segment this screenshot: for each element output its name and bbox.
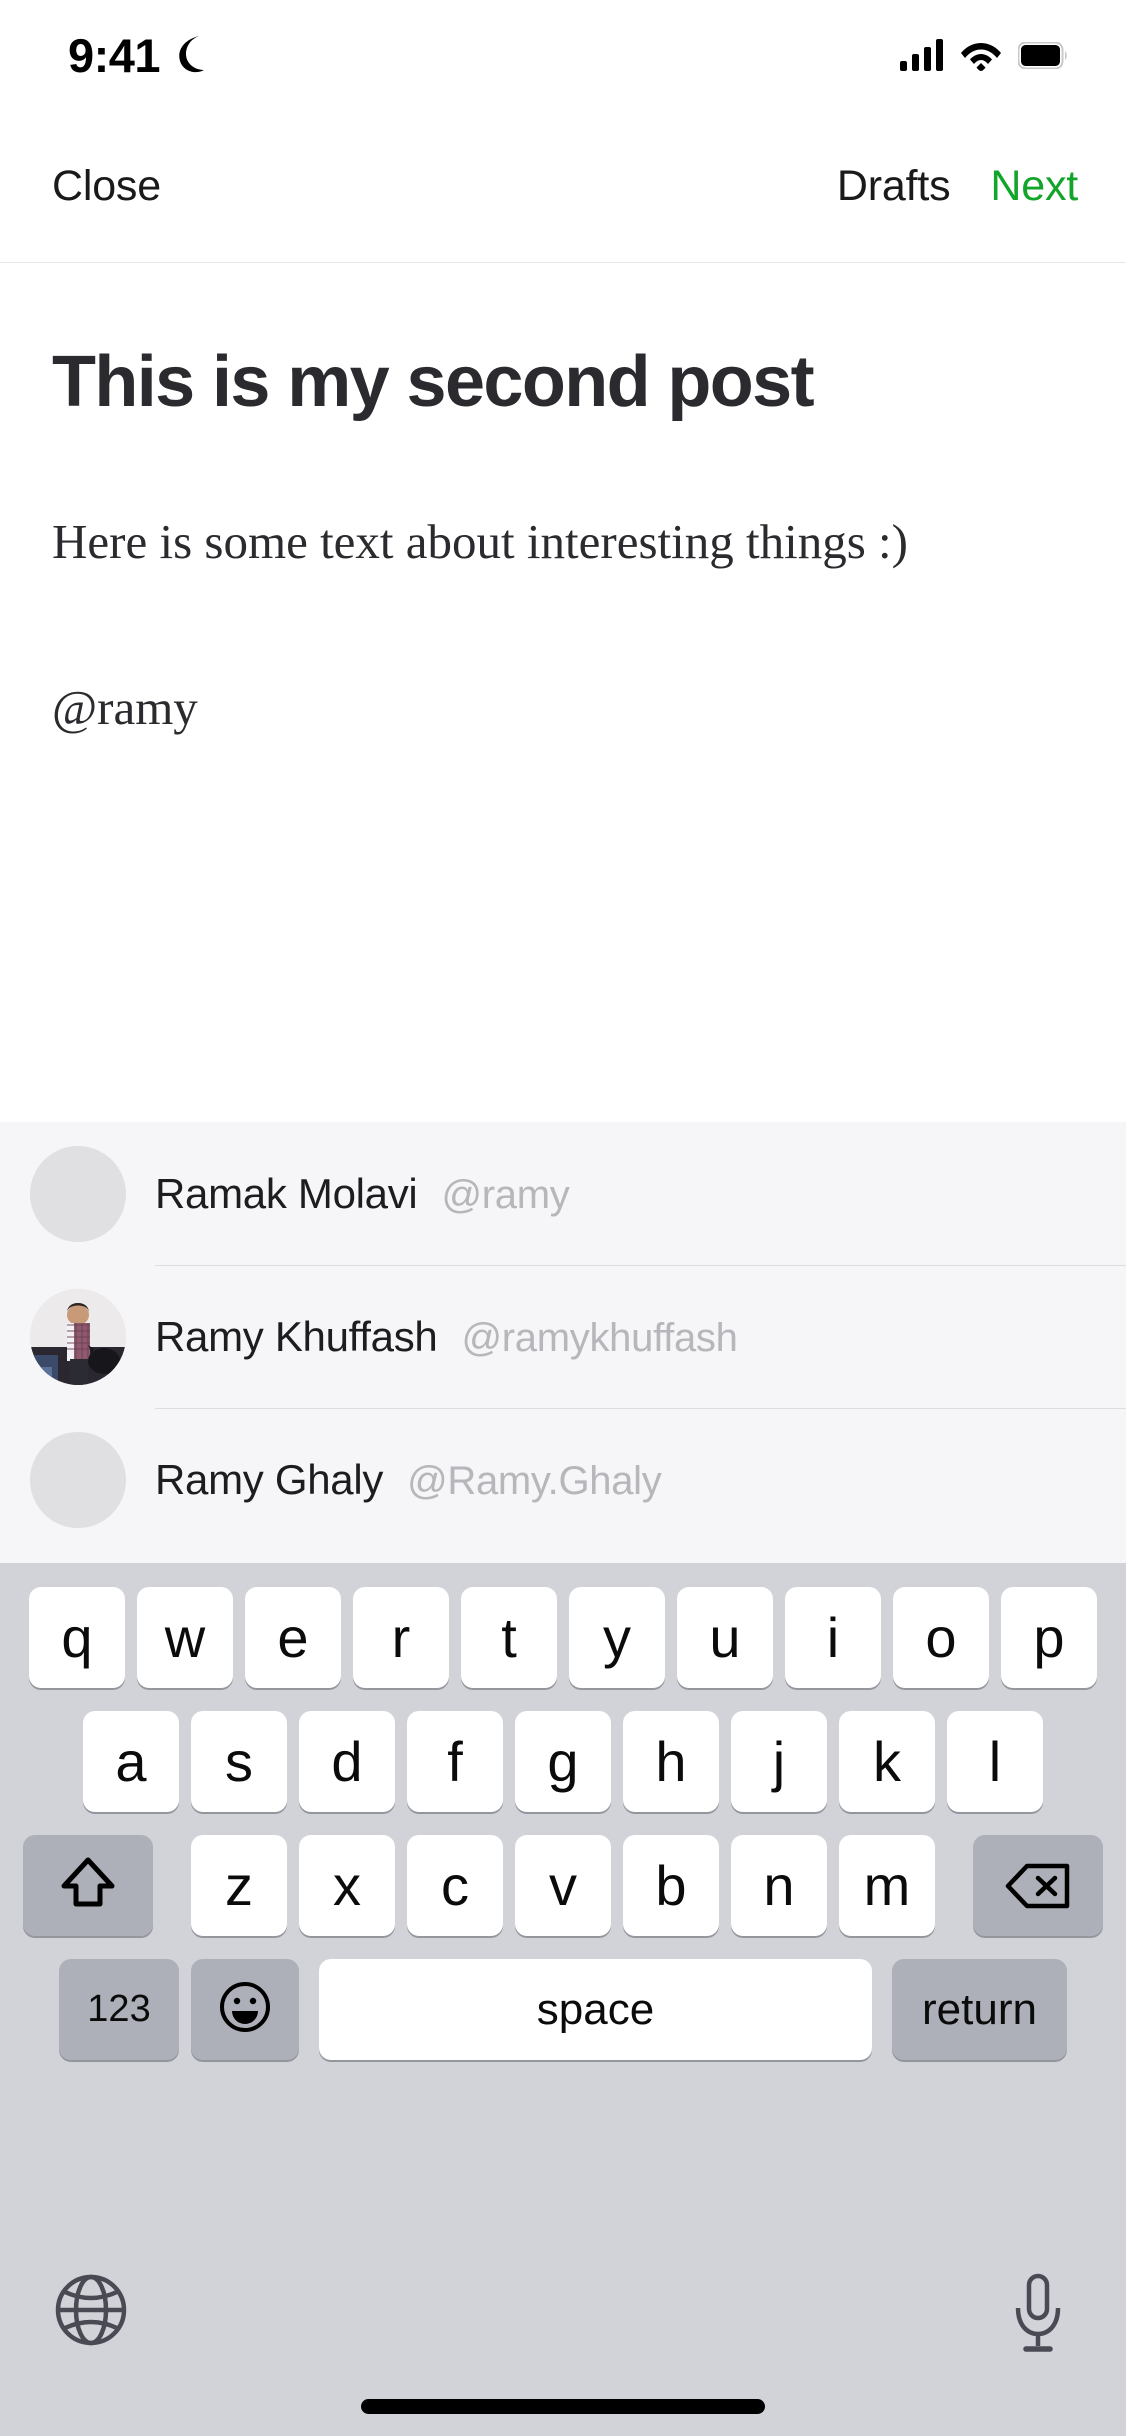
post-editor[interactable]: This is my second post Here is some text…	[0, 264, 1126, 1122]
key-m[interactable]: m	[839, 1835, 935, 1936]
key-l[interactable]: l	[947, 1711, 1043, 1812]
dictation-key[interactable]	[1008, 2272, 1068, 2356]
phone-screen: 9:41 Close Drafts Next This is my second…	[0, 0, 1126, 2436]
suggestion-name: Ramy Ghaly	[155, 1455, 384, 1503]
key-r[interactable]: r	[353, 1587, 449, 1688]
key-g[interactable]: g	[515, 1711, 611, 1812]
key-b[interactable]: b	[623, 1835, 719, 1936]
globe-key[interactable]	[53, 2272, 129, 2348]
keyboard-row-3: z x c v b n m	[0, 1835, 1126, 1936]
key-n[interactable]: n	[731, 1835, 827, 1936]
key-t[interactable]: t	[461, 1587, 557, 1688]
key-s[interactable]: s	[191, 1711, 287, 1812]
keyboard-row-2: a s d f g h j k l	[0, 1711, 1126, 1812]
post-title-input[interactable]: This is my second post	[52, 342, 1074, 423]
list-item[interactable]: Ramak Molavi @ramy	[0, 1122, 1126, 1265]
keyboard-rows: q w e r t y u i o p a s d f g h j k l z …	[0, 1563, 1126, 2060]
navigation-bar-right: Drafts Next	[837, 162, 1078, 211]
key-j[interactable]: j	[731, 1711, 827, 1812]
moon-icon	[174, 36, 208, 74]
shift-key[interactable]	[23, 1835, 153, 1936]
home-indicator	[361, 2399, 765, 2414]
next-button[interactable]: Next	[990, 162, 1078, 211]
avatar	[30, 1288, 126, 1385]
backspace-icon	[1005, 1862, 1071, 1910]
status-bar: 9:41	[0, 0, 1126, 110]
avatar	[30, 1431, 126, 1528]
key-a[interactable]: a	[83, 1711, 179, 1812]
numbers-key[interactable]: 123	[59, 1959, 179, 2060]
list-item[interactable]: Ramy Ghaly @Ramy.Ghaly	[0, 1408, 1126, 1551]
smiley-face-icon	[218, 1980, 272, 2039]
return-key[interactable]: return	[892, 1959, 1067, 2060]
drafts-button[interactable]: Drafts	[837, 162, 951, 211]
key-v[interactable]: v	[515, 1835, 611, 1936]
numbers-key-label: 123	[87, 1988, 151, 2030]
microphone-icon	[1015, 2273, 1061, 2352]
battery-icon	[1018, 41, 1068, 69]
status-bar-left: 9:41	[68, 32, 208, 79]
status-time: 9:41	[68, 28, 161, 82]
return-key-label: return	[922, 1984, 1037, 2034]
space-key[interactable]: space	[319, 1959, 872, 2060]
key-c[interactable]: c	[407, 1835, 503, 1936]
key-e[interactable]: e	[245, 1587, 341, 1688]
avatar	[30, 1145, 126, 1242]
globe-icon	[55, 2274, 127, 2346]
suggestion-handle: @ramy	[441, 1172, 570, 1217]
navigation-bar: Close Drafts Next	[0, 110, 1126, 263]
key-x[interactable]: x	[299, 1835, 395, 1936]
list-item[interactable]: Ramy Khuffash @ramykhuffash	[0, 1265, 1126, 1408]
key-u[interactable]: u	[677, 1587, 773, 1688]
key-f[interactable]: f	[407, 1711, 503, 1812]
suggestion-text: Ramak Molavi @ramy	[155, 1169, 570, 1218]
wifi-icon	[960, 39, 1002, 71]
suggestion-text: Ramy Ghaly @Ramy.Ghaly	[155, 1455, 662, 1504]
suggestion-handle: @ramykhuffash	[461, 1315, 738, 1360]
key-w[interactable]: w	[137, 1587, 233, 1688]
key-d[interactable]: d	[299, 1711, 395, 1812]
key-y[interactable]: y	[569, 1587, 665, 1688]
delete-key[interactable]	[973, 1835, 1103, 1936]
key-i[interactable]: i	[785, 1587, 881, 1688]
key-q[interactable]: q	[29, 1587, 125, 1688]
suggestion-name: Ramak Molavi	[155, 1169, 418, 1217]
on-screen-keyboard[interactable]: q w e r t y u i o p a s d f g h j k l z …	[0, 1563, 1126, 2436]
cellular-signal-icon	[900, 39, 944, 71]
keyboard-footer	[0, 2236, 1126, 2436]
mention-suggestion-list: Ramak Molavi @ramy Ramy Khuffash @ramykh…	[0, 1122, 1126, 1563]
key-p[interactable]: p	[1001, 1587, 1097, 1688]
suggestion-text: Ramy Khuffash @ramykhuffash	[155, 1313, 738, 1361]
status-bar-right	[900, 39, 1068, 71]
key-k[interactable]: k	[839, 1711, 935, 1812]
keyboard-row-4: 123 space return	[0, 1959, 1126, 2060]
keyboard-row-1: q w e r t y u i o p	[0, 1587, 1126, 1688]
avatar-photo	[30, 1288, 126, 1385]
emoji-key[interactable]	[191, 1959, 299, 2060]
close-button[interactable]: Close	[52, 162, 161, 211]
post-body-input[interactable]: Here is some text about interesting thin…	[52, 513, 932, 572]
shift-arrow-icon	[60, 1856, 116, 1916]
key-h[interactable]: h	[623, 1711, 719, 1812]
suggestion-handle: @Ramy.Ghaly	[407, 1458, 662, 1503]
key-z[interactable]: z	[191, 1835, 287, 1936]
suggestion-name: Ramy Khuffash	[155, 1312, 438, 1360]
mention-token[interactable]: @ramy	[52, 679, 1074, 738]
key-o[interactable]: o	[893, 1587, 989, 1688]
